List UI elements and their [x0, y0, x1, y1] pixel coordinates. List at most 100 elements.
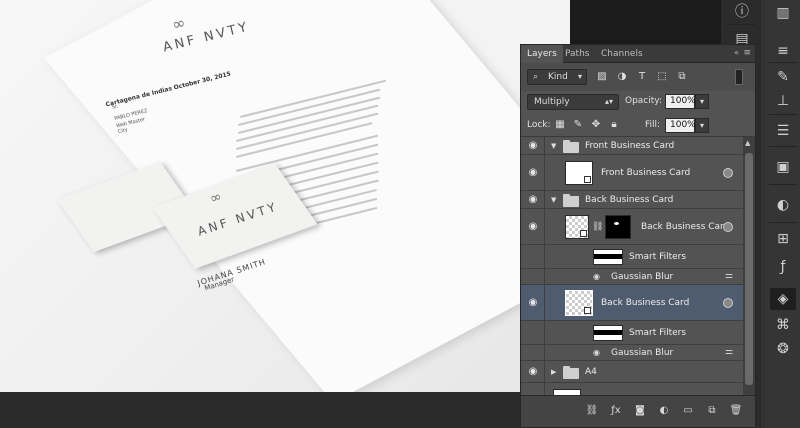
layer-name: Smart Filters	[629, 328, 687, 338]
eye-icon[interactable]: ◉	[527, 297, 539, 309]
disclosure-triangle-icon[interactable]: ▼	[551, 142, 556, 150]
visibility-cell[interactable]	[521, 321, 545, 344]
fx-icon[interactable]: ƒx	[609, 404, 623, 418]
scroll-up-icon[interactable]: ▲	[745, 139, 750, 147]
layer-name: Front Business Card	[585, 141, 675, 151]
visibility-cell[interactable]: ◉	[521, 137, 545, 154]
lock-all-icon[interactable]: 🔒︎	[607, 118, 621, 132]
smart-filter-mask-thumbnail	[593, 325, 623, 341]
link-icon[interactable]: ⛓	[592, 222, 603, 232]
pixel-filter-icon[interactable]: ▨	[595, 70, 609, 84]
adjustments-icon[interactable]: ◐	[770, 194, 796, 216]
layers-scrollbar[interactable]: ▲	[743, 137, 755, 395]
disclosure-triangle-icon[interactable]: ▶	[551, 368, 556, 376]
layer-name: Front Business Card	[601, 168, 691, 178]
notes-icon[interactable]: ☰	[770, 120, 796, 142]
filter-options-icon[interactable]: ⚌	[725, 347, 733, 357]
add-mask-icon[interactable]: ◙	[633, 404, 647, 418]
layer-background-partial[interactable]	[521, 383, 743, 395]
layer-mask-thumbnail[interactable]	[605, 215, 631, 239]
blend-mode-value: Multiply	[534, 97, 570, 107]
blend-mode-select[interactable]: Multiply ▴▾	[527, 94, 619, 110]
eye-icon[interactable]: ◉	[527, 366, 539, 378]
lock-position-icon[interactable]: ✥	[589, 118, 603, 132]
visibility-cell[interactable]: ◉	[521, 191, 545, 208]
smart-filter-icon	[723, 168, 733, 178]
kind-label: Kind	[548, 72, 568, 82]
layers-panel: Layers Paths Channels « ≡ ⌕ Kind ▾ ▨ ◑ T…	[520, 44, 756, 428]
tab-paths[interactable]: Paths	[559, 45, 595, 63]
info-icon[interactable]: ⓘ	[729, 0, 755, 22]
filter-options-icon[interactable]: ⚌	[725, 271, 733, 281]
tab-channels[interactable]: Channels	[595, 45, 649, 63]
properties-icon[interactable]: ⊞	[770, 228, 796, 250]
tab-layers[interactable]: Layers	[521, 45, 563, 63]
layer-front-business-card[interactable]: ◉ Front Business Card	[521, 155, 743, 191]
eye-icon[interactable]: ◉	[527, 194, 539, 206]
gaussian-blur-filter-row[interactable]: ◉ Gaussian Blur ⚌	[521, 345, 743, 361]
fx-icon[interactable]: ƒ	[770, 256, 796, 278]
layer-thumbnail	[565, 215, 589, 239]
smart-filters-row[interactable]: Smart Filters	[521, 245, 743, 269]
paths-icon[interactable]: ⌘	[770, 314, 796, 336]
fill-field[interactable]: 100%	[665, 118, 696, 133]
opacity-slider-toggle[interactable]: ▾	[695, 94, 709, 109]
lock-transparent-icon[interactable]: ▦	[553, 118, 567, 132]
disclosure-triangle-icon[interactable]: ▼	[551, 196, 556, 204]
opacity-label: Opacity:	[625, 96, 662, 106]
shape-filter-icon[interactable]: ⬚	[655, 70, 669, 84]
folder-icon	[563, 140, 579, 153]
panel-menu-icon[interactable]: ≡	[743, 48, 751, 58]
visibility-cell[interactable]: ◉	[521, 361, 545, 382]
filter-toggle-switch[interactable]	[735, 69, 743, 85]
visibility-cell[interactable]: ◉	[521, 155, 545, 190]
visibility-cell[interactable]: ◉	[521, 285, 545, 320]
document-canvas[interactable]: ∞ ANF NVTY Cartagena de Indias October 3…	[0, 0, 570, 392]
scroll-thumb[interactable]	[745, 153, 753, 385]
smart-object-filter-icon[interactable]: ⧉	[675, 70, 689, 84]
color-icon[interactable]: ≡	[770, 40, 796, 62]
collapse-arrows-icon[interactable]: «	[734, 48, 739, 57]
opacity-field[interactable]: 100%	[665, 94, 696, 109]
layers-icon[interactable]: ◈	[770, 288, 796, 310]
adjustment-filter-icon[interactable]: ◑	[615, 70, 629, 84]
visibility-cell[interactable]	[521, 269, 545, 284]
new-layer-icon[interactable]: ⧉	[705, 404, 719, 418]
gaussian-blur-filter-row[interactable]: ◉ Gaussian Blur ⚌	[521, 269, 743, 285]
layer-thumbnail	[565, 290, 593, 316]
fill-label: Fill:	[645, 120, 661, 130]
layer-group-back-business-card[interactable]: ◉ ▼ Back Business Card	[521, 191, 743, 209]
trash-icon[interactable]: 🗑︎	[729, 404, 743, 418]
visibility-cell[interactable]	[521, 245, 545, 268]
visibility-cell[interactable]: ◉	[521, 209, 545, 244]
layer-group-a4[interactable]: ◉ ▶ A4	[521, 361, 743, 383]
histogram-icon[interactable]: ▥	[770, 2, 796, 24]
layer-back-business-card-masked[interactable]: ◉ ⛓ Back Business Card	[521, 209, 743, 245]
stamp-icon[interactable]: ⊥	[770, 90, 796, 112]
dock-column-2: ▥ ≡ ✎ ⊥ ☰ ▣ ◐ ⊞ ƒ ◈ ⌘ ❂	[765, 0, 800, 428]
filter-row: ⌕ Kind ▾ ▨ ◑ T ⬚ ⧉	[521, 63, 755, 91]
eye-icon[interactable]: ◉	[527, 140, 539, 152]
layer-back-business-card-selected[interactable]: ◉ Back Business Card	[521, 285, 743, 321]
filter-eye-icon[interactable]: ◉	[593, 348, 600, 357]
link-layers-icon[interactable]: ⛓	[585, 404, 599, 418]
fill-slider-toggle[interactable]: ▾	[695, 118, 709, 133]
visibility-cell[interactable]	[521, 383, 545, 395]
new-group-icon[interactable]: ▭	[681, 404, 695, 418]
canvas-bottom-gutter	[0, 392, 520, 428]
type-filter-icon[interactable]: T	[635, 70, 649, 84]
smart-object-badge-icon	[580, 230, 587, 237]
eye-icon[interactable]: ◉	[527, 221, 539, 233]
smart-object-badge-icon	[584, 176, 591, 183]
kind-filter-select[interactable]: ⌕ Kind ▾	[527, 69, 587, 85]
layer-group-front-business-card[interactable]: ◉ ▼ Front Business Card	[521, 137, 743, 155]
channels-icon[interactable]: ❂	[770, 338, 796, 360]
filter-eye-icon[interactable]: ◉	[593, 272, 600, 281]
lock-pixels-icon[interactable]: ✎	[571, 118, 585, 132]
navigator-icon[interactable]: ▣	[770, 156, 796, 178]
adjustment-layer-icon[interactable]: ◐	[657, 404, 671, 418]
brush-icon[interactable]: ✎	[770, 66, 796, 88]
smart-filters-row[interactable]: Smart Filters	[521, 321, 743, 345]
eye-icon[interactable]: ◉	[527, 167, 539, 179]
visibility-cell[interactable]	[521, 345, 545, 360]
